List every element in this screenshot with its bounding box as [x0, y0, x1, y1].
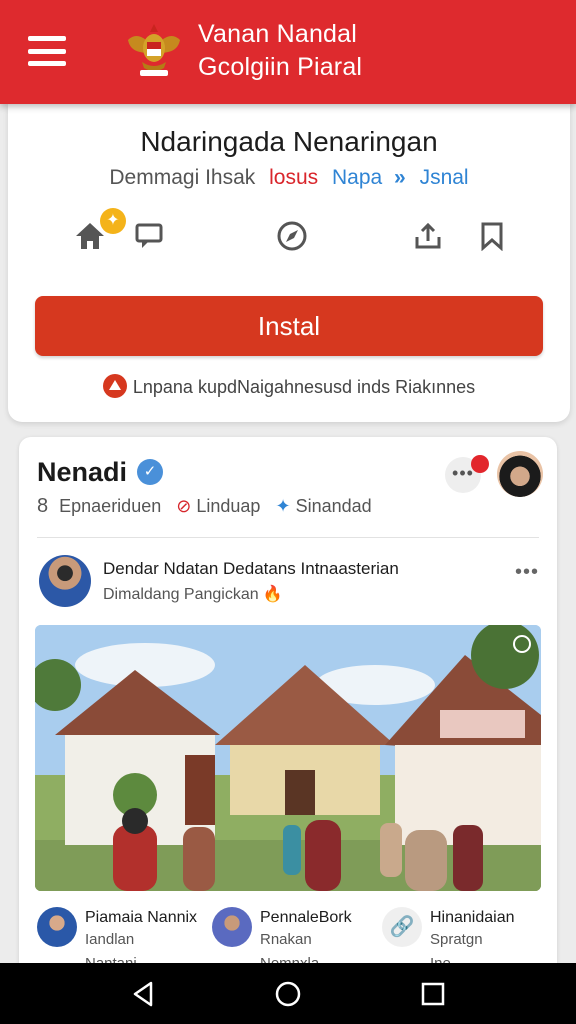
commenter-line1: Iandlan [85, 931, 135, 948]
post-more-icon[interactable]: ••• [515, 561, 539, 584]
chat-icon[interactable] [130, 216, 170, 256]
commenter-avatar [37, 907, 77, 947]
page-avatar[interactable] [497, 451, 543, 497]
developer-name[interactable]: Demmagi Ihsak [109, 166, 255, 189]
page-meta: 8 Epnaeriduen ⊘ Linduap ✦ Sinandad [37, 495, 372, 518]
sparkle-icon: ✦ [275, 496, 291, 516]
double-chevron-icon: » [394, 166, 406, 189]
app-title-line2: Gcolgiin Piaral [198, 53, 363, 81]
app-install-card: Ndaringada Nenaringan Demmagi Ihsak losu… [8, 104, 570, 422]
app-title-line1: Vanan Nandal [198, 20, 358, 48]
star-badge-icon: ✦ [100, 208, 126, 234]
tag-blue[interactable]: Napa [332, 166, 382, 189]
post-subtitle: Dimaldang Pangickan 🔥 [103, 584, 283, 604]
recents-icon[interactable] [418, 979, 448, 1009]
meta-label-1: Epnaeriduen [59, 496, 162, 516]
tag-blue-2[interactable]: Jsnal [420, 166, 469, 189]
share-icon[interactable] [408, 216, 448, 256]
post-photo[interactable] [35, 625, 541, 891]
app-meta: Demmagi Ihsak losus Napa » Jsnal [8, 166, 570, 190]
divider [37, 537, 539, 538]
notice-text: Lnpana kupdNaigahnesusd inds Riakınnes [132, 376, 476, 397]
no-entry-icon: ⊘ [176, 496, 192, 516]
action-row [8, 216, 570, 260]
app-title: Vanan Nandal Gcolgiin Piaral [198, 18, 362, 84]
meta-label-2: Linduap [196, 496, 261, 516]
commenter-name: PennaleBork [260, 909, 352, 926]
install-notice: Lnpana kupdNaigahnesusd inds Riakınnes [8, 374, 570, 400]
post-subtitle-text: Dimaldang Pangickan [103, 586, 259, 603]
app-name: Ndaringada Nenaringan [140, 126, 438, 157]
commenter-name: Piamaia Nannix [85, 909, 198, 926]
feed-card: Nenadi ✓ ••• 8 Epnaeriduen ⊘ Linduap ✦ S… [19, 437, 557, 977]
compass-icon[interactable] [272, 216, 312, 256]
link-icon: 🔗 [382, 907, 422, 947]
page-name[interactable]: Nenadi [37, 457, 127, 488]
back-icon[interactable] [129, 979, 159, 1009]
bookmark-icon[interactable] [472, 216, 512, 256]
hamburger-menu-icon[interactable] [28, 36, 66, 66]
commenter-name: Hinanidaian [430, 909, 515, 926]
commenter-avatar [212, 907, 252, 947]
meta-label-3: Sinandad [295, 496, 372, 516]
post-author-avatar[interactable] [39, 555, 91, 607]
home-nav-icon[interactable] [273, 979, 303, 1009]
post-title[interactable]: Dendar Ndatan Dedatans Intnaasterian [103, 559, 399, 579]
expand-icon[interactable] [513, 635, 531, 653]
notification-dot-icon [471, 455, 489, 473]
warning-icon [102, 374, 127, 398]
fire-icon: 🔥 [262, 586, 283, 603]
verified-badge-icon: ✓ [137, 459, 163, 485]
meta-count: 8 [37, 495, 49, 517]
garuda-emblem-icon [128, 24, 180, 76]
commenter-line1: Rnakan [260, 931, 312, 948]
install-button[interactable]: Instal [35, 296, 543, 356]
system-navigation-bar [0, 963, 576, 1024]
commenter-line1: Spratgn [430, 931, 483, 948]
post-photo-illustration [35, 625, 541, 891]
tag-red[interactable]: losus [269, 166, 318, 189]
app-header: Vanan Nandal Gcolgiin Piaral [0, 0, 576, 104]
